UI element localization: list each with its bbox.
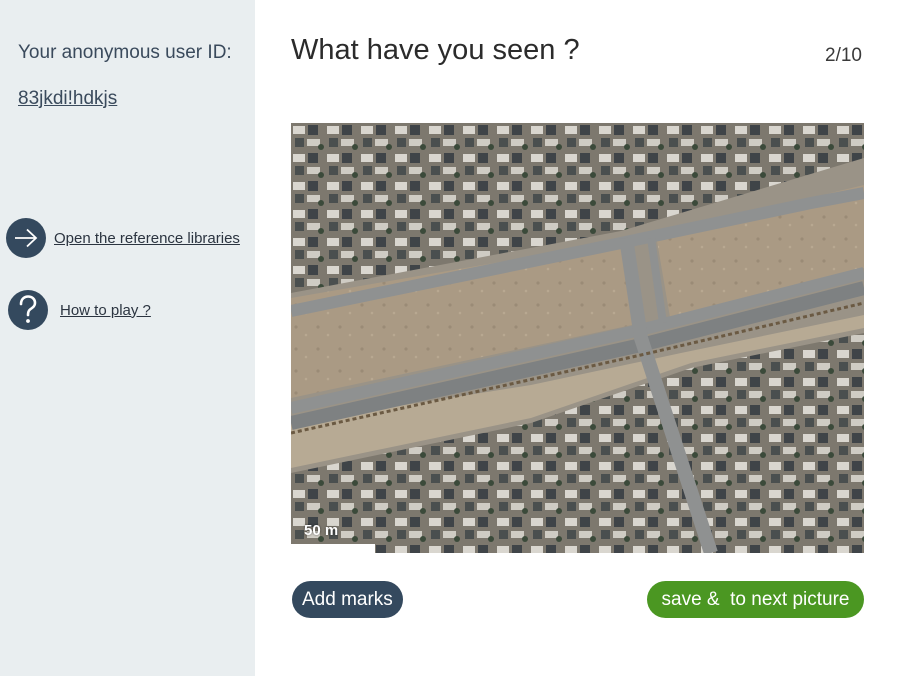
user-id-label: Your anonymous user ID: [18,42,232,63]
page-title: What have you seen ? [291,34,580,66]
how-to-play-label[interactable]: How to play ? [60,302,151,319]
sidebar: Your anonymous user ID: 83jkdi!hdkjs Ope… [0,0,255,676]
how-to-play-link[interactable]: How to play ? [8,290,151,330]
question-icon[interactable] [8,290,48,330]
satellite-image-graphic [291,123,864,553]
scale-label: 50 m [304,522,339,539]
user-id-value[interactable]: 83jkdi!hdkjs [18,88,117,110]
picture-counter: 2/10 [825,45,862,66]
satellite-image[interactable]: 50 m [291,123,864,553]
reference-libraries-label[interactable]: Open the reference libraries [54,230,240,247]
scale-bar [291,544,375,553]
add-marks-button[interactable]: Add marks [292,581,403,618]
save-next-button[interactable]: save & to next picture [647,581,864,618]
arrow-right-icon[interactable] [6,218,46,258]
reference-libraries-link[interactable]: Open the reference libraries [6,218,240,258]
